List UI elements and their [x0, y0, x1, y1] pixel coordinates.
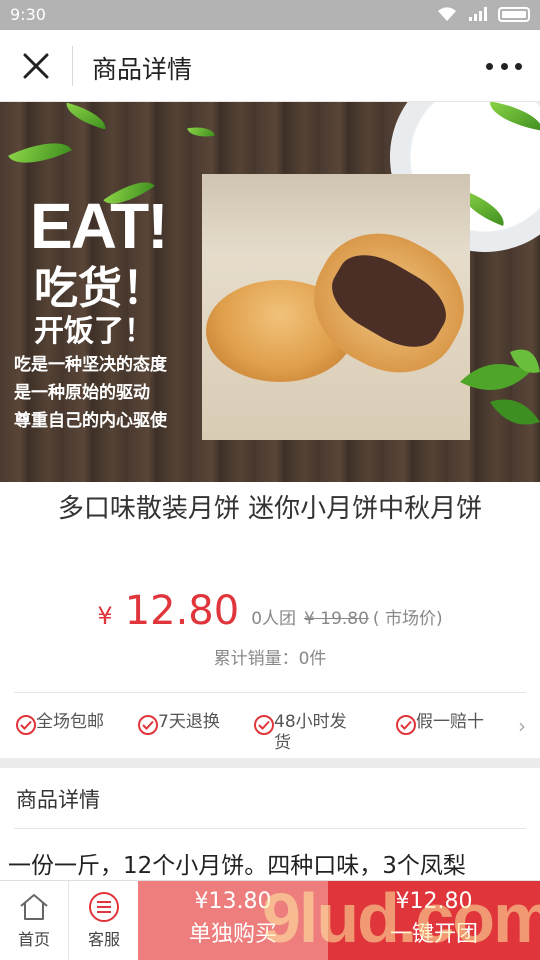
sales-label: 累计销量： [213, 649, 299, 669]
product-banner-image[interactable]: EAT! 吃货！ 开饭了！ 吃是一种坚决的态度 是一种原始的驱动 尊重自己的内心… [0, 102, 540, 482]
chevron-right-icon[interactable]: › [518, 714, 526, 738]
chat-service-icon [89, 892, 119, 922]
mooncake-photo [202, 174, 470, 440]
page-title: 商品详情 [92, 55, 193, 84]
nav-divider [72, 46, 73, 86]
banner-headline: EAT! [30, 190, 169, 262]
nav-bar: 商品详情 [0, 30, 540, 102]
divider [14, 692, 526, 693]
status-icons [436, 6, 530, 22]
group-button-price: ¥12.80 [395, 889, 473, 914]
guarantee-item: 假一赔十 [396, 712, 496, 735]
check-circle-icon [138, 715, 158, 735]
product-name: 多口味散装月饼 迷你小月饼中秋月饼 [57, 494, 483, 524]
start-group-button[interactable]: ¥12.80 一键开团 [328, 881, 540, 960]
more-dot-icon [486, 62, 493, 70]
tab-home-label: 首页 [17, 930, 50, 949]
check-circle-icon [396, 715, 416, 735]
status-time: 9:30 [10, 5, 46, 24]
group-price: 12.80 [124, 588, 240, 634]
detail-description: 一份一斤，12个小月饼。四种口味，3个凤梨 [8, 853, 466, 879]
bottom-action-bar: 首页 客服 ¥13.80 单独购买 ¥12.80 一键开团 [0, 880, 540, 960]
guarantee-label: 假一赔十 [416, 712, 484, 732]
more-dot-icon [500, 62, 508, 70]
close-icon [23, 53, 49, 79]
check-circle-icon [254, 715, 274, 735]
battery-icon [498, 6, 530, 22]
banner-slogan: 是一种原始的驱动 [14, 383, 150, 403]
market-price-label: ( 市场价) [372, 609, 443, 629]
leaf-graphic [62, 102, 110, 130]
guarantee-item: 48小时发货 [254, 712, 354, 754]
group-count: 0人团 [251, 609, 297, 629]
original-price: ¥ 19.80 [304, 609, 369, 629]
banner-slogan: 尊重自己的内心驱使 [14, 411, 167, 431]
status-bar: 9:30 [0, 0, 540, 30]
more-menu-button[interactable] [486, 54, 522, 78]
banner-line2: 开饭了！ [34, 314, 154, 349]
guarantee-label: 全场包邮 [36, 712, 104, 732]
sales-row: 累计销量：0件 [0, 644, 540, 669]
single-label: 单独购买 [188, 922, 277, 947]
tab-home[interactable]: 首页 [0, 881, 68, 960]
tab-service[interactable]: 客服 [70, 881, 138, 960]
signal-icon [468, 6, 488, 22]
group-button-label: 一键开团 [389, 922, 478, 947]
tab-service-label: 客服 [87, 930, 120, 949]
detail-section-title: 商品详情 [16, 788, 100, 812]
guarantee-label: 48小时发货 [274, 712, 347, 753]
currency-symbol: ¥ [97, 602, 113, 630]
guarantee-item: 7天退换 [138, 712, 238, 735]
check-circle-icon [16, 715, 36, 735]
price-row: ¥ 12.80 0人团 ¥ 19.80 ( 市场价) [0, 588, 540, 634]
home-icon [20, 894, 48, 920]
tab-separator [68, 881, 69, 960]
divider [14, 828, 526, 829]
single-price: ¥13.80 [194, 889, 272, 914]
mint-leaf-graphic [460, 349, 540, 425]
guarantee-item: 全场包邮 [16, 712, 116, 735]
more-dot-icon [515, 62, 522, 70]
leaf-graphic [8, 130, 72, 176]
section-gap [0, 758, 540, 768]
leaf-graphic [187, 123, 215, 141]
close-button[interactable] [16, 48, 56, 84]
banner-slogan: 吃是一种坚决的态度 [14, 355, 167, 375]
wifi-icon [436, 6, 458, 22]
guarantee-list[interactable]: 全场包邮 7天退换 48小时发货 假一赔十 › [0, 712, 540, 760]
guarantee-label: 7天退换 [158, 712, 220, 732]
sales-value: 0件 [298, 649, 327, 669]
buy-single-button[interactable]: ¥13.80 单独购买 [138, 881, 328, 960]
